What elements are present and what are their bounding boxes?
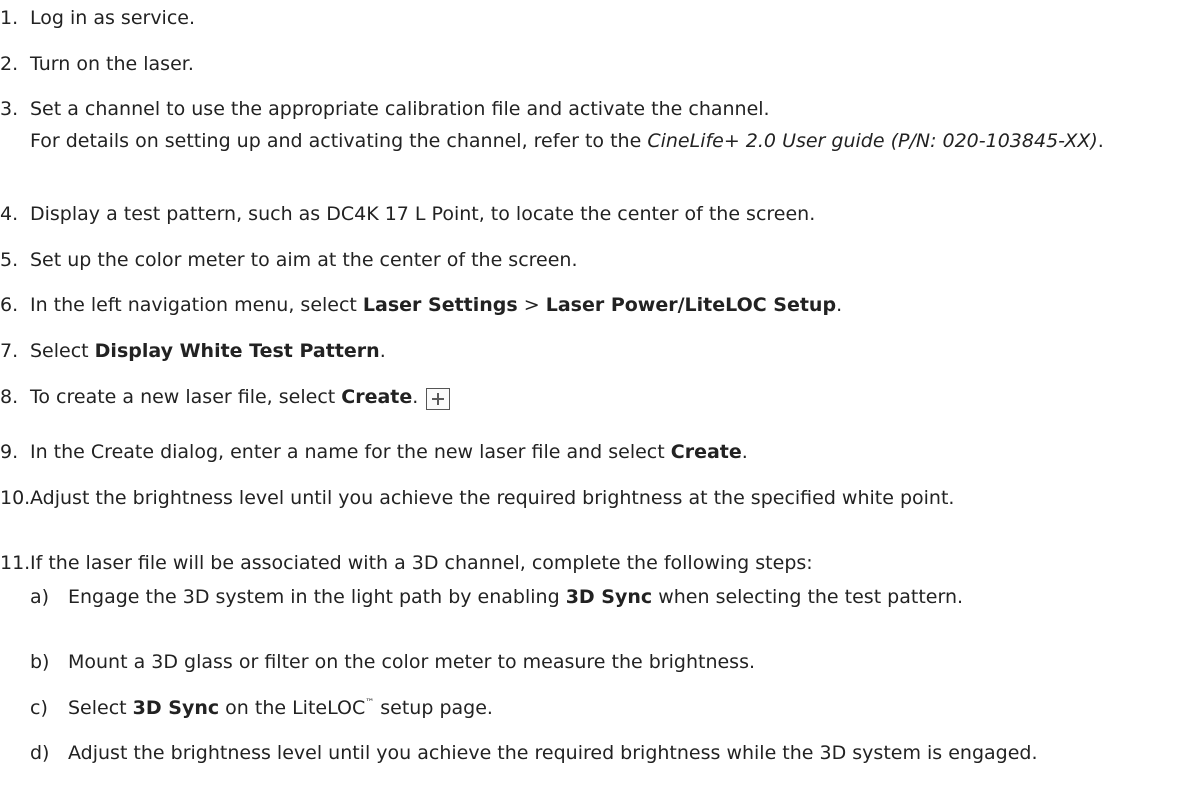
- ui-label-laser-power-setup: Laser Power/LiteLOC Setup: [545, 294, 837, 316]
- substep-letter: a): [30, 586, 50, 608]
- ui-label-laser-settings: Laser Settings: [362, 294, 518, 316]
- step-text: Set a channel to use the appropriate cal…: [30, 98, 770, 120]
- document-reference: CineLife+ 2.0 User guide (P/N: 020-10384…: [647, 130, 1098, 152]
- step-number: 10.: [0, 487, 31, 509]
- step-number: 2.: [0, 53, 19, 75]
- step-text: If the laser file will be associated wit…: [30, 552, 813, 574]
- procedure-document: 1. Log in as service. 2. Turn on the las…: [0, 0, 1200, 798]
- substep-letter: b): [30, 651, 50, 673]
- step-number: 9.: [0, 441, 19, 463]
- step-number: 11.: [0, 552, 31, 574]
- ui-label-create: Create: [670, 441, 742, 463]
- step-number: 6.: [0, 294, 19, 316]
- step-number: 5.: [0, 249, 19, 271]
- step-number: 4.: [0, 203, 19, 225]
- ui-label-3d-sync: 3D Sync: [132, 697, 220, 719]
- step-number: 7.: [0, 340, 19, 362]
- step-number: 1.: [0, 7, 19, 29]
- step-text: Set up the color meter to aim at the cen…: [30, 249, 578, 271]
- step-number: 3.: [0, 98, 19, 120]
- step-text: Turn on the laser.: [30, 53, 194, 75]
- step-text: Log in as service.: [30, 7, 196, 29]
- trademark-symbol: ™: [365, 698, 375, 708]
- step-number: 8.: [0, 386, 19, 408]
- substep-letter: c): [30, 697, 48, 719]
- ui-label-display-white-test-pattern: Display White Test Pattern: [94, 340, 380, 362]
- step-text: Adjust the brightness level until you ac…: [30, 487, 955, 509]
- ui-label-create: Create: [341, 386, 413, 408]
- ui-label-3d-sync: 3D Sync: [565, 586, 653, 608]
- substep-text: Mount a 3D glass or filter on the color …: [68, 651, 756, 673]
- plus-box-icon: [426, 388, 451, 410]
- substep-letter: d): [30, 742, 50, 764]
- step-note: For details on setting up and activating…: [30, 130, 1104, 152]
- substep-text: Adjust the brightness level until you ac…: [68, 742, 1038, 764]
- step-text: Display a test pattern, such as DC4K 17 …: [30, 203, 816, 225]
